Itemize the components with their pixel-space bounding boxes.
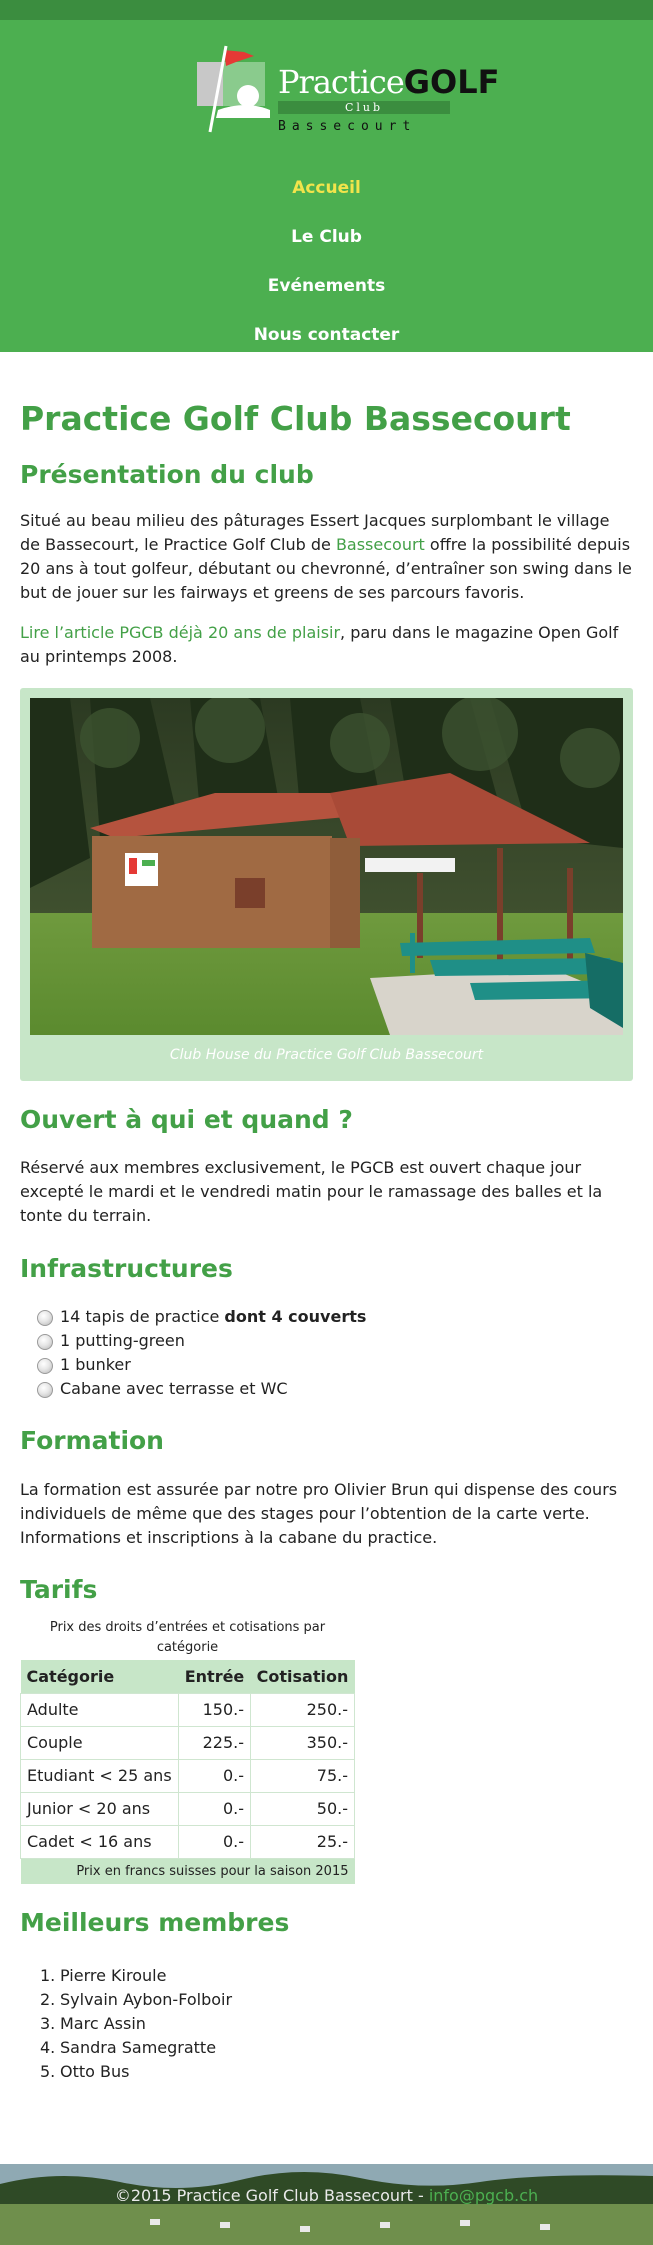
header-categorie: Catégorie	[20, 1660, 179, 1693]
header-entree: Entrée	[178, 1660, 251, 1693]
nav-item-le-club[interactable]: Le Club	[0, 227, 653, 247]
list-item: Cabane avec terrasse et WC	[20, 1377, 633, 1401]
nav-item-evenements[interactable]: Evénements	[0, 276, 653, 296]
clubhouse-photo	[30, 698, 623, 1035]
list-item: 1 bunker	[20, 1353, 633, 1377]
cell-category: Etudiant < 25 ans	[20, 1758, 179, 1793]
table-row: Adulte 150.- 250.-	[20, 1692, 355, 1727]
clubhouse-caption: Club House du Practice Golf Club Basseco…	[169, 1047, 484, 1063]
presentation-paragraph: Situé au beau milieu des pâturages Esser…	[20, 511, 632, 602]
tarifs-caption: Prix des droits d’entrées et cotisations…	[49, 1620, 326, 1655]
heading-members: Meilleurs membres	[20, 1908, 290, 1937]
table-row: Etudiant < 25 ans 0.- 75.-	[20, 1758, 355, 1793]
hours-paragraph: Réservé aux membres exclusivement, le PG…	[20, 1158, 603, 1225]
cell-category: Couple	[20, 1725, 179, 1760]
list-item: 3. Marc Assin	[40, 2014, 146, 2033]
cell-cotisation: 250.-	[250, 1692, 355, 1727]
list-item: 5. Otto Bus	[40, 2062, 130, 2081]
cell-cotisation: 25.-	[250, 1824, 355, 1859]
article-link[interactable]: Lire l’article PGCB déjà 20 ans de plais…	[20, 623, 340, 642]
main-content: Practice Golf Club Bassecourt Présentati…	[0, 399, 653, 2084]
infrastructures-list: 14 tapis de practice dont 4 couverts 1 p…	[20, 1305, 633, 1401]
cell-entree: 225.-	[178, 1725, 251, 1760]
footer-email-link[interactable]: info@pgcb.ch	[429, 2186, 538, 2205]
cell-category: Adulte	[20, 1692, 179, 1727]
list-item: 4. Sandra Samegratte	[40, 2038, 217, 2057]
cell-entree: 0.-	[178, 1758, 251, 1793]
cell-cotisation: 75.-	[250, 1758, 355, 1793]
article-paragraph: Lire l’article PGCB déjà 20 ans de plais…	[20, 623, 619, 666]
cell-entree: 150.-	[178, 1692, 251, 1727]
main-nav: Accueil Le Club Evénements Nous contacte…	[0, 178, 653, 374]
nav-item-contact[interactable]: Nous contacter	[0, 325, 653, 345]
members-list: 1. Pierre Kiroule 2. Sylvain Aybon-Folboir…	[20, 1964, 633, 2084]
list-item: 1 putting-green	[20, 1329, 633, 1353]
table-header-row: Catégorie Entrée Cotisation	[20, 1660, 355, 1693]
tarifs-table: Prix des droits d’entrées et cotisations…	[20, 1618, 355, 1884]
table-row: Couple 225.- 350.-	[20, 1725, 355, 1760]
cell-category: Junior < 20 ans	[20, 1791, 179, 1826]
logo-city: Bassecourt	[278, 119, 417, 134]
heading-hours: Ouvert à qui et quand ?	[20, 1105, 353, 1134]
bassecourt-link[interactable]: Bassecourt	[336, 535, 425, 554]
site-footer: ©2015 Practice Golf Club Bassecourt - in…	[0, 2164, 653, 2245]
radio-bullet-icon	[37, 1382, 53, 1398]
cell-category: Cadet < 16 ans	[20, 1824, 179, 1859]
footer-text: ©2015 Practice Golf Club Bassecourt - in…	[114, 2186, 539, 2205]
table-row: Junior < 20 ans 0.- 50.-	[20, 1791, 355, 1826]
logo-club-band: Club	[278, 101, 450, 114]
radio-bullet-icon	[37, 1334, 53, 1350]
clubhouse-figure: Club House du Practice Golf Club Basseco…	[20, 688, 633, 1081]
cell-cotisation: 350.-	[250, 1725, 355, 1760]
cell-entree: 0.-	[178, 1824, 251, 1859]
golf-flag-icon	[197, 45, 270, 133]
radio-bullet-icon	[37, 1310, 53, 1326]
site-header: PracticeGOLF Club Bassecourt Accueil Le …	[0, 20, 653, 352]
heading-formation: Formation	[20, 1426, 164, 1455]
cell-cotisation: 50.-	[250, 1791, 355, 1826]
page-title: Practice Golf Club Bassecourt	[20, 399, 571, 438]
formation-paragraph: La formation est assurée par notre pro O…	[20, 1480, 618, 1547]
heading-presentation: Présentation du club	[20, 460, 314, 489]
list-item: 1. Pierre Kiroule	[40, 1966, 167, 1985]
tarifs-footnote: Prix en francs suisses pour la saison 20…	[20, 1858, 355, 1884]
header-cotisation: Cotisation	[250, 1660, 355, 1693]
radio-bullet-icon	[37, 1358, 53, 1374]
club-logo[interactable]: PracticeGOLF Club Bassecourt	[196, 40, 500, 134]
nav-item-accueil[interactable]: Accueil	[0, 178, 653, 198]
table-footer-row: Prix en francs suisses pour la saison 20…	[20, 1858, 355, 1884]
logo-wordmark: PracticeGOLF	[278, 63, 500, 101]
list-item: 2. Sylvain Aybon-Folboir	[40, 1990, 233, 2009]
list-item: 14 tapis de practice dont 4 couverts	[20, 1305, 633, 1329]
heading-tarifs: Tarifs	[20, 1575, 98, 1604]
table-row: Cadet < 16 ans 0.- 25.-	[20, 1824, 355, 1859]
heading-infrastructures: Infrastructures	[20, 1254, 233, 1283]
cell-entree: 0.-	[178, 1791, 251, 1826]
top-bar	[0, 0, 653, 20]
